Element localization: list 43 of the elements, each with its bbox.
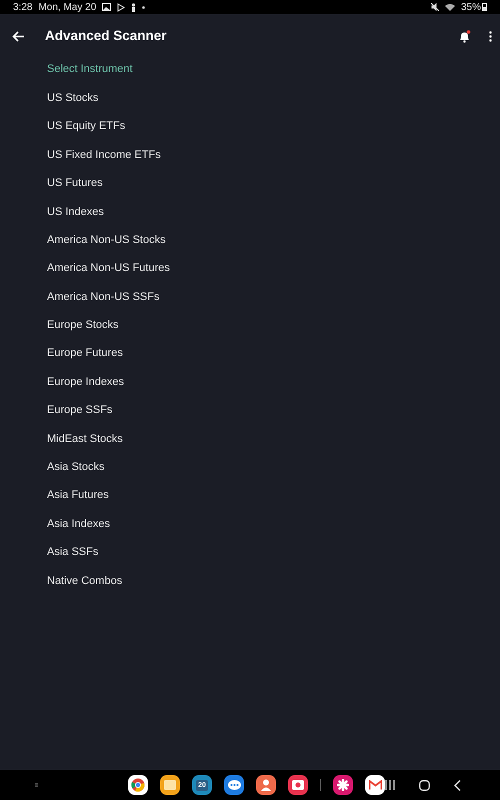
person-app-icon[interactable] <box>256 775 276 795</box>
home-icon[interactable] <box>419 780 430 790</box>
mail-app-icon[interactable] <box>365 775 385 795</box>
instrument-item[interactable]: Europe Stocks <box>47 317 119 334</box>
flower-app-icon[interactable] <box>333 775 353 795</box>
folder-app-icon[interactable] <box>160 775 180 795</box>
more-icon <box>488 30 492 42</box>
browser-app-icon[interactable] <box>128 775 148 795</box>
battery-percent: 35% <box>460 0 481 14</box>
instrument-item[interactable]: Europe Indexes <box>47 374 124 390</box>
instrument-item[interactable]: US Stocks <box>47 90 98 106</box>
instrument-item[interactable]: Asia SSFs <box>47 544 98 561</box>
instrument-item[interactable]: America Non-US SSFs <box>47 288 160 306</box>
instrument-item[interactable]: Europe Futures <box>47 345 123 362</box>
instrument-item[interactable]: US Futures <box>47 175 103 192</box>
play-icon <box>117 2 126 12</box>
dot-icon <box>142 6 146 8</box>
instrument-item[interactable]: Europe SSFs <box>47 402 112 419</box>
back-arrow-icon <box>12 30 24 42</box>
instrument-item[interactable]: Asia Indexes <box>47 516 110 532</box>
figure-icon <box>131 2 136 12</box>
back-icon[interactable] <box>454 780 461 790</box>
chat-app-icon[interactable] <box>224 775 244 795</box>
instrument-item[interactable]: Native Combos <box>47 572 122 590</box>
wifi-icon <box>444 3 455 11</box>
recent-apps-icon[interactable] <box>385 780 395 790</box>
status-date: Mon, May 20 <box>38 0 96 14</box>
instrument-item[interactable]: US Indexes <box>47 204 104 220</box>
instrument-item[interactable]: Asia Futures <box>47 487 109 504</box>
instrument-item[interactable]: Asia Stocks <box>47 459 104 476</box>
camera-app-icon[interactable] <box>288 775 308 795</box>
instrument-item[interactable]: America Non-US Stocks <box>47 232 166 248</box>
bell-icon <box>458 30 470 42</box>
battery-icon <box>482 3 487 11</box>
section-title: Select Instrument <box>47 62 133 77</box>
image-icon <box>102 3 112 11</box>
instrument-item[interactable]: MidEast Stocks <box>47 430 123 448</box>
instrument-item[interactable]: US Fixed Income ETFs <box>47 146 161 164</box>
mute-icon <box>430 3 439 11</box>
instrument-item[interactable]: America Non-US Futures <box>47 260 170 277</box>
status-time: 3:28 <box>13 0 32 14</box>
screen-title: Advanced Scanner <box>45 26 167 45</box>
instrument-item[interactable]: US Equity ETFs <box>47 118 126 135</box>
